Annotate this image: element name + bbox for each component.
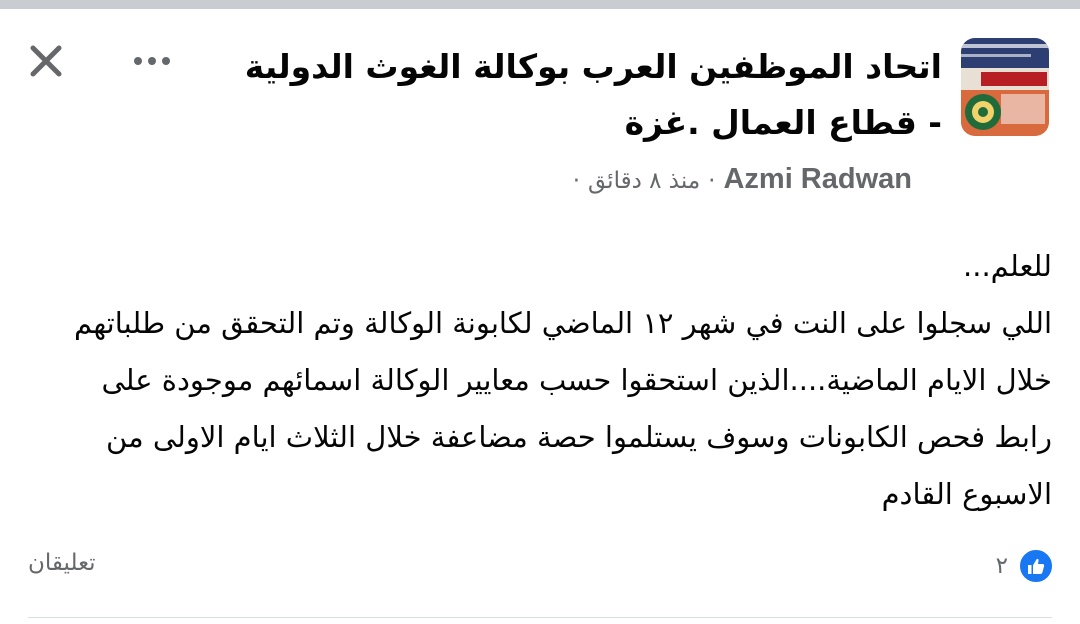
group-avatar[interactable]	[961, 38, 1049, 136]
group-name[interactable]: اتحاد الموظفين العرب بوكالة الغوث الدولي…	[242, 39, 942, 151]
author-name[interactable]: Azmi Radwan	[723, 163, 912, 195]
more-options-button[interactable]	[126, 39, 178, 83]
close-icon	[30, 45, 62, 77]
post-footer: ٢ تعليقان	[0, 540, 1080, 600]
reaction-count: ٢	[995, 553, 1008, 579]
post-line-intro: للعلم...	[963, 249, 1052, 283]
meta-separator: ·	[708, 168, 716, 194]
post-header: اتحاد الموظفين العرب بوكالة الغوث الدولي…	[0, 9, 1080, 209]
meta-separator-end: ·	[572, 168, 580, 194]
comments-count[interactable]: تعليقان	[28, 550, 96, 576]
close-button[interactable]	[24, 39, 68, 83]
post-meta: Azmi Radwan · منذ ٨ دقائق ·	[565, 159, 912, 201]
reactions-summary[interactable]: ٢	[996, 548, 1054, 584]
post-line-main: اللي سجلوا على النت في شهر ١٢ الماضي لكا…	[74, 306, 1052, 511]
like-icon	[1018, 548, 1054, 584]
post-time[interactable]: منذ ٨ دقائق	[588, 168, 700, 194]
top-strip	[0, 0, 1080, 9]
more-options-icon	[134, 57, 170, 65]
footer-divider	[28, 617, 1052, 618]
post-body: للعلم... اللي سجلوا على النت في شهر ١٢ ا…	[42, 238, 1052, 523]
